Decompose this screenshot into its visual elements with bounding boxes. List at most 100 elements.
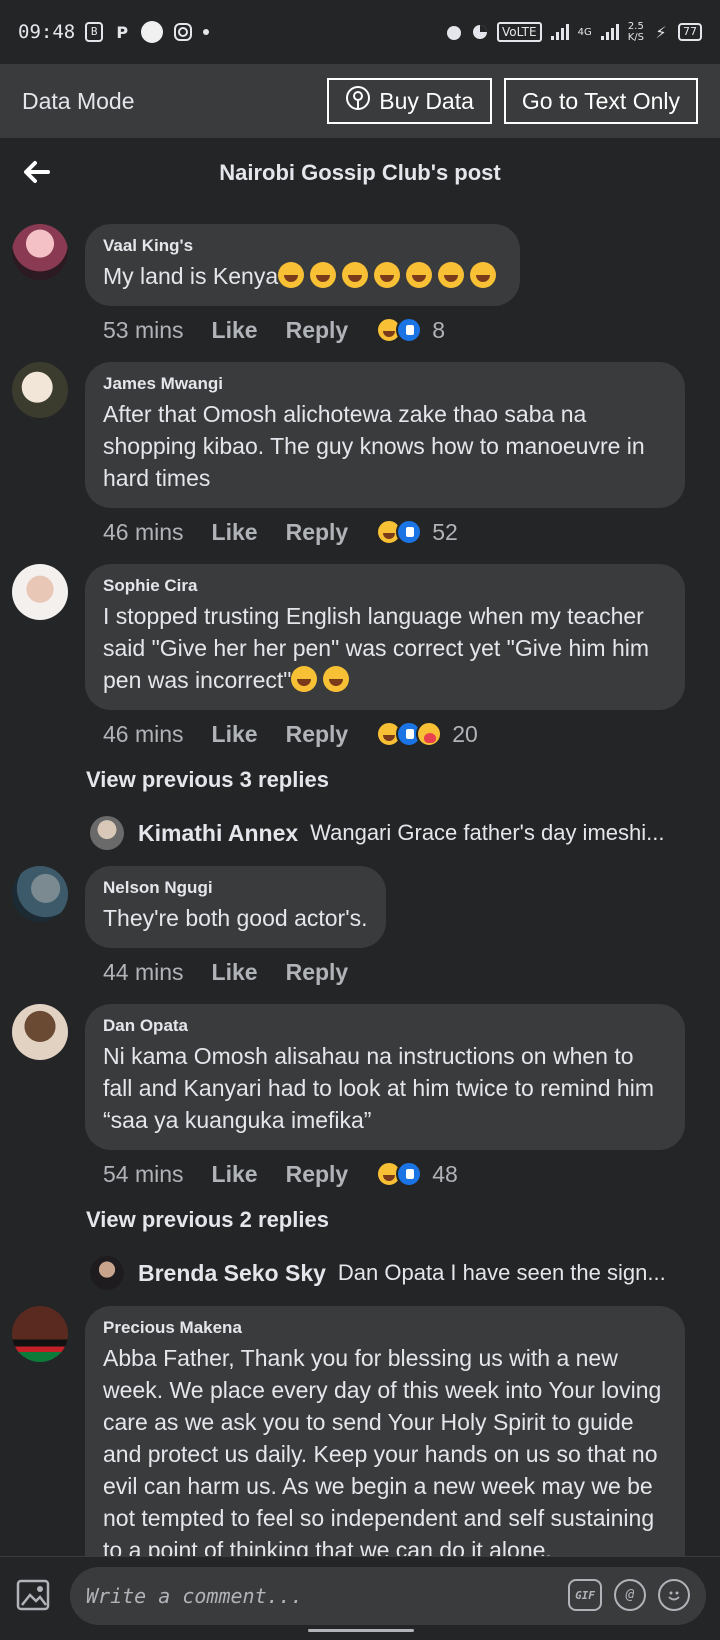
comment-text: After that Omosh alichotewa zake thao sa… xyxy=(103,401,645,491)
buy-data-button[interactable]: Buy Data xyxy=(327,78,492,124)
reply-author[interactable]: Brenda Seko Sky xyxy=(138,1260,326,1287)
more-notifications-dot xyxy=(203,29,210,35)
p-app-icon: P xyxy=(116,22,129,42)
status-bar: 09:48 B P VoLTE 4G 2.5 K/S ⚡ 77 xyxy=(0,0,720,64)
comment-bubble[interactable]: Vaal King's My land is Kenya xyxy=(85,224,521,306)
comment-bubble[interactable]: Precious Makena Abba Father, Thank you f… xyxy=(85,1306,685,1556)
reply-preview[interactable]: Brenda Seko Sky Dan Opata I have seen th… xyxy=(0,1242,720,1304)
comment: James Mwangi After that Omosh alichotewa… xyxy=(0,354,720,556)
reactions[interactable]: 8 xyxy=(376,317,445,344)
reply-text: Dan Opata I have seen the sign... xyxy=(337,1260,666,1285)
comment-author[interactable]: Nelson Ngugi xyxy=(103,878,368,898)
buy-data-label: Buy Data xyxy=(379,87,474,114)
reply-button[interactable]: Reply xyxy=(286,1161,349,1188)
net-speed-value: 2.5 xyxy=(627,21,644,32)
instagram-icon xyxy=(173,22,193,42)
reactions[interactable]: 52 xyxy=(376,519,458,546)
alarm-icon xyxy=(445,22,463,42)
comment-text: They're both good actor's. xyxy=(103,905,368,931)
post-header: Nairobi Gossip Club's post xyxy=(0,138,720,208)
avatar[interactable] xyxy=(12,564,68,620)
emoji-icon[interactable] xyxy=(658,1579,690,1611)
view-previous-replies[interactable]: View previous 2 replies xyxy=(0,1198,720,1242)
comment-author[interactable]: Sophie Cira xyxy=(103,576,667,596)
comment-text: My land is Kenya xyxy=(103,260,502,292)
avatar[interactable] xyxy=(12,866,68,922)
comment-text: Abba Father, Thank you for blessing us w… xyxy=(103,1345,662,1556)
comment-actions: 54 mins Like Reply 48 xyxy=(85,1150,700,1198)
reactions[interactable]: 48 xyxy=(376,1161,458,1188)
avatar[interactable] xyxy=(12,1306,68,1362)
laughing-emoji-icon xyxy=(278,262,502,289)
avatar[interactable] xyxy=(12,224,68,280)
comment-bubble[interactable]: Sophie Cira I stopped trusting English l… xyxy=(85,564,685,710)
avatar[interactable] xyxy=(12,362,68,418)
net-speed-unit: K/S xyxy=(627,32,644,43)
comment: Dan Opata Ni kama Omosh alisahau na inst… xyxy=(0,996,720,1198)
comments-list: Vaal King's My land is Kenya 53 mins Lik… xyxy=(0,208,720,1556)
avatar[interactable] xyxy=(12,1004,68,1060)
reply-preview[interactable]: Kimathi Annex Wangari Grace father's day… xyxy=(0,802,720,864)
comment-bubble[interactable]: Nelson Ngugi They're both good actor's. xyxy=(85,866,386,948)
comment-composer: Write a comment... GIF @ xyxy=(0,1556,720,1640)
like-button[interactable]: Like xyxy=(212,721,258,748)
data-mode-title: Data Mode xyxy=(22,87,135,114)
comment-actions: 46 mins Like Reply 20 xyxy=(85,710,700,758)
like-button[interactable]: Like xyxy=(212,959,258,986)
comment-text: Ni kama Omosh alisahau na instructions o… xyxy=(103,1043,654,1133)
reply-button[interactable]: Reply xyxy=(286,317,349,344)
reactions[interactable]: 20 xyxy=(376,721,478,748)
reaction-count: 48 xyxy=(432,1160,458,1187)
comment-bubble[interactable]: James Mwangi After that Omosh alichotewa… xyxy=(85,362,685,508)
comment-author[interactable]: James Mwangi xyxy=(103,374,667,394)
comment: Vaal King's My land is Kenya 53 mins Lik… xyxy=(0,208,720,354)
volte-badge: VoLTE xyxy=(497,22,542,42)
comment-author[interactable]: Precious Makena xyxy=(103,1318,667,1338)
comment-time: 46 mins xyxy=(103,720,184,747)
like-reaction-icon xyxy=(396,519,423,545)
data-mode-bar: Data Mode Buy Data Go to Text Only xyxy=(0,64,720,138)
reply-button[interactable]: Reply xyxy=(286,721,349,748)
comment-bubble[interactable]: Dan Opata Ni kama Omosh alisahau na inst… xyxy=(85,1004,685,1150)
reply-text: Wangari Grace father's day imeshi... xyxy=(310,820,665,845)
comment-time: 54 mins xyxy=(103,1160,184,1187)
comment-author[interactable]: Dan Opata xyxy=(103,1016,667,1036)
battery-level: 77 xyxy=(678,23,702,41)
view-previous-replies[interactable]: View previous 3 replies xyxy=(0,758,720,802)
like-button[interactable]: Like xyxy=(212,519,258,546)
reply-button[interactable]: Reply xyxy=(286,519,349,546)
like-button[interactable]: Like xyxy=(212,317,258,344)
comment-actions: 44 mins Like Reply xyxy=(85,948,700,996)
comment-actions: 46 mins Like Reply 52 xyxy=(85,508,700,556)
avatar[interactable] xyxy=(90,1256,124,1290)
comment-text-content: I stopped trusting English language when… xyxy=(103,603,650,693)
reaction-count: 20 xyxy=(452,720,478,747)
mention-icon[interactable]: @ xyxy=(614,1579,646,1611)
comment-time: 44 mins xyxy=(103,958,184,985)
gif-icon[interactable]: GIF xyxy=(568,1579,602,1611)
reply-author[interactable]: Kimathi Annex xyxy=(138,820,298,847)
comment-input[interactable]: Write a comment... GIF @ xyxy=(70,1567,706,1625)
comment-text: I stopped trusting English language when… xyxy=(103,600,667,696)
like-reaction-icon xyxy=(396,317,423,343)
clock: 09:48 xyxy=(18,21,76,43)
reply-button[interactable]: Reply xyxy=(286,959,349,986)
back-arrow-icon[interactable] xyxy=(20,156,52,188)
avatar[interactable] xyxy=(90,816,124,850)
text-only-button[interactable]: Go to Text Only xyxy=(503,78,698,124)
sad-emoji-icon xyxy=(291,666,355,693)
comment-author[interactable]: Vaal King's xyxy=(103,236,502,256)
comment-placeholder: Write a comment... xyxy=(86,1584,303,1608)
app-screen: 09:48 B P VoLTE 4G 2.5 K/S ⚡ 77 Data Mod… xyxy=(0,0,720,1640)
comment: Nelson Ngugi They're both good actor's. … xyxy=(0,864,720,996)
signal-icon-2 xyxy=(600,22,620,42)
network-type: 4G xyxy=(577,26,592,38)
photo-icon[interactable] xyxy=(16,1579,54,1613)
like-reaction-icon xyxy=(396,1161,423,1187)
care-reaction-icon xyxy=(416,721,443,747)
reaction-count: 52 xyxy=(432,518,458,545)
signal-icon xyxy=(550,22,570,42)
comment: Precious Makena Abba Father, Thank you f… xyxy=(0,1304,720,1556)
like-button[interactable]: Like xyxy=(212,1161,258,1188)
home-indicator[interactable] xyxy=(308,1629,414,1632)
